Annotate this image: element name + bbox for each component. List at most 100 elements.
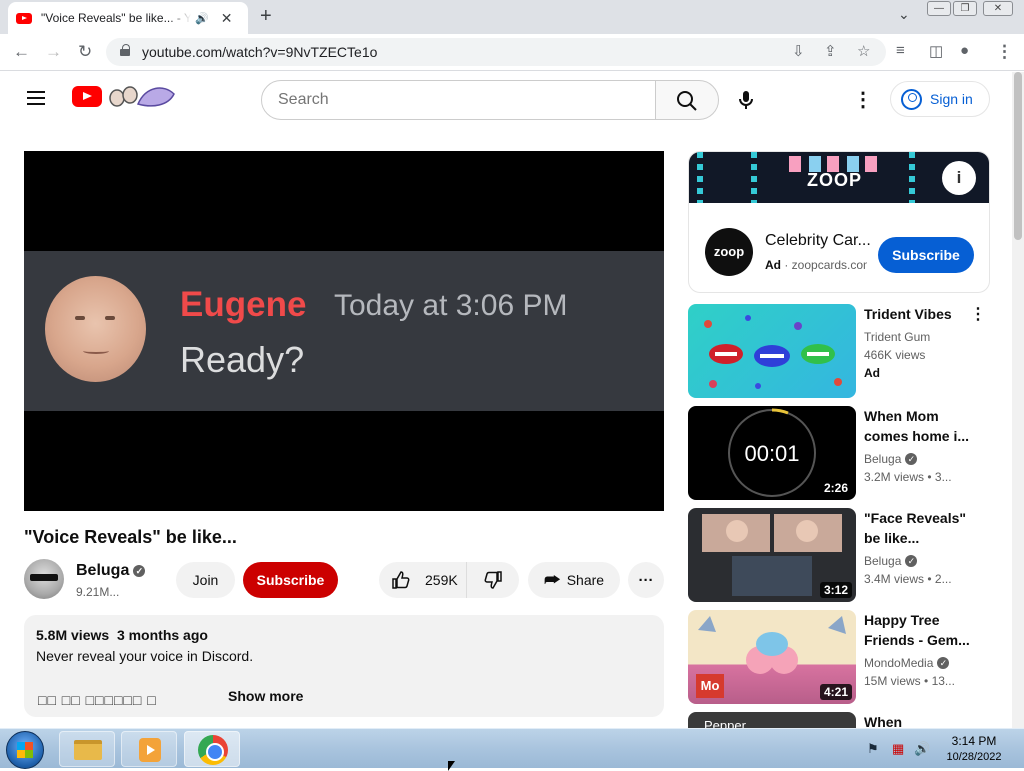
- microphone-icon[interactable]: [735, 89, 757, 111]
- search-input[interactable]: [261, 80, 656, 120]
- video-thumbnail[interactable]: [688, 304, 856, 398]
- recommendation-item[interactable]: Pepper When: [688, 712, 990, 728]
- lock-icon[interactable]: [120, 44, 130, 56]
- windows-taskbar: ⚑ ▦ 🔊 3:14 PM 10/28/2022: [0, 728, 1024, 769]
- recommendation-title[interactable]: Happy Tree Friends - Gem...: [864, 610, 974, 650]
- recommendation-item[interactable]: Trident Vibes ⋮ Trident Gum 466K views A…: [688, 304, 990, 398]
- sign-in-button[interactable]: Sign in: [890, 81, 990, 117]
- scrollbar-thumb[interactable]: [1014, 72, 1022, 240]
- recommendation-channel[interactable]: MondoMedia ✓: [864, 656, 950, 670]
- video-thumbnail[interactable]: Mo 4:21: [688, 610, 856, 704]
- age-text: 2...: [934, 572, 952, 586]
- clock-date[interactable]: 10/28/2022: [940, 751, 1008, 763]
- channel-text[interactable]: MondoMedia: [864, 656, 933, 670]
- thumbnail-art: [704, 315, 842, 389]
- doodle-logo-icon[interactable]: [108, 82, 176, 112]
- settings-kebab-icon[interactable]: ⋮: [853, 89, 873, 111]
- banner-brand-text: ZOOP: [807, 170, 863, 190]
- ad-title[interactable]: Celebrity Car...: [765, 232, 871, 250]
- title-line-2[interactable]: be like...: [864, 530, 919, 546]
- recommendation-title[interactable]: "Face Reveals" be like...: [864, 508, 974, 548]
- recommendation-views: 3.4M views • 2...: [864, 572, 952, 586]
- recommendation-channel[interactable]: Beluga ✓: [864, 554, 918, 568]
- description-box[interactable]: 5.8M views 3 months ago Never reveal you…: [24, 615, 664, 717]
- share-page-icon[interactable]: ⇪: [824, 42, 837, 60]
- tab-audio-icon[interactable]: 🔊: [195, 12, 209, 25]
- search-icon: [677, 91, 697, 111]
- browser-tab[interactable]: "Voice Reveals" be like... - YouTube 🔊 ✕: [8, 2, 248, 34]
- media-control-icon[interactable]: ≡: [896, 42, 905, 59]
- page-scrollbar[interactable]: [1012, 72, 1024, 728]
- recommendation-channel[interactable]: Trident Gum: [864, 330, 930, 344]
- channel-name-text[interactable]: Beluga: [76, 562, 129, 579]
- title-line-1[interactable]: Happy Tree: [864, 612, 939, 628]
- tab-close-icon[interactable]: ✕: [221, 10, 233, 27]
- share-button[interactable]: ⮫ Share: [528, 562, 620, 598]
- sign-in-label: Sign in: [930, 91, 973, 107]
- channel-name[interactable]: Beluga ✓: [76, 562, 146, 580]
- side-panel-icon[interactable]: ◫: [929, 42, 943, 60]
- title-line-2[interactable]: comes home i...: [864, 428, 969, 444]
- url-text[interactable]: youtube.com/watch?v=9NvTZECTe1o: [142, 44, 377, 60]
- browser-menu-icon[interactable]: ⋮: [996, 42, 1013, 62]
- taskbar-explorer-button[interactable]: [59, 731, 115, 767]
- join-button[interactable]: Join: [176, 562, 235, 598]
- recommendation-item[interactable]: 3:12 "Face Reveals" be like... Beluga ✓ 3.…: [688, 508, 990, 602]
- minimize-button[interactable]: —: [927, 1, 951, 16]
- ad-card[interactable]: ZOOP i zoop Celebrity Car... Ad · zoopca…: [688, 151, 990, 293]
- volume-icon[interactable]: 🔊: [914, 741, 930, 757]
- start-button[interactable]: [6, 731, 44, 769]
- dislike-button[interactable]: [467, 562, 519, 598]
- restore-button[interactable]: ❐: [953, 1, 977, 16]
- recommendation-title[interactable]: When: [864, 712, 974, 728]
- video-duration: 2:26: [819, 480, 852, 496]
- ad-info-icon[interactable]: i: [942, 161, 976, 195]
- network-icon[interactable]: ▦: [892, 741, 904, 757]
- video-thumbnail[interactable]: 00:01 2:26: [688, 406, 856, 500]
- more-actions-icon[interactable]: ···: [628, 562, 664, 598]
- action-center-icon[interactable]: ⚑: [867, 741, 879, 757]
- video-duration: 3:12: [819, 582, 852, 598]
- like-button[interactable]: 259K: [379, 562, 467, 598]
- show-more-button[interactable]: Show more: [228, 688, 303, 704]
- recommendation-title[interactable]: When Mom comes home i...: [864, 406, 974, 446]
- recommendation-item[interactable]: 00:01 2:26 When Mom comes home i... Belug…: [688, 406, 990, 500]
- youtube-logo-icon[interactable]: [72, 86, 102, 107]
- recommendation-channel[interactable]: Beluga ✓: [864, 452, 918, 466]
- ad-meta: Ad · zoopcards.com: [765, 258, 867, 272]
- tab-search-icon[interactable]: ⌄: [898, 6, 910, 23]
- channel-text[interactable]: Beluga: [864, 452, 901, 466]
- taskbar-media-player-button[interactable]: [121, 731, 177, 767]
- verified-icon: ✓: [905, 555, 918, 567]
- close-window-button[interactable]: ✕: [983, 1, 1013, 16]
- ad-advertiser-logo[interactable]: zoop: [705, 228, 753, 276]
- recommendation-title[interactable]: Trident Vibes: [864, 304, 974, 324]
- forward-icon[interactable]: →: [45, 42, 62, 62]
- description-unrendered-text: □□ □□ □□□□□□ □: [38, 692, 157, 708]
- recommendation-item[interactable]: Mo 4:21 Happy Tree Friends - Gem... Mondo…: [688, 610, 990, 704]
- title-line-2[interactable]: Friends - Gem...: [864, 632, 970, 648]
- avatar-eye: [105, 316, 115, 320]
- ad-subscribe-button[interactable]: Subscribe: [878, 237, 974, 273]
- title-line-1[interactable]: "Face Reveals": [864, 510, 966, 526]
- video-thumbnail[interactable]: 3:12: [688, 508, 856, 602]
- subscribe-button[interactable]: Subscribe: [243, 562, 338, 598]
- search-button[interactable]: [655, 80, 719, 120]
- new-tab-button[interactable]: +: [260, 5, 272, 28]
- video-thumbnail[interactable]: Pepper: [688, 712, 856, 728]
- hamburger-menu-icon[interactable]: [27, 91, 45, 105]
- profile-icon[interactable]: ●: [960, 42, 969, 59]
- discord-avatar: [45, 276, 146, 382]
- channel-text[interactable]: Beluga: [864, 554, 901, 568]
- reload-icon[interactable]: ↻: [78, 42, 92, 62]
- clock-time[interactable]: 3:14 PM: [940, 734, 1008, 748]
- bookmark-star-icon[interactable]: ☆: [857, 42, 870, 60]
- address-bar[interactable]: youtube.com/watch?v=9NvTZECTe1o ⇩ ⇪ ☆: [106, 38, 886, 66]
- title-line-1[interactable]: When Mom: [864, 408, 939, 424]
- taskbar-chrome-button[interactable]: [184, 731, 240, 767]
- install-icon[interactable]: ⇩: [792, 42, 805, 60]
- channel-avatar[interactable]: [24, 559, 64, 599]
- back-icon[interactable]: ←: [13, 42, 30, 62]
- video-player[interactable]: Eugene Today at 3:06 PM Ready?: [24, 151, 664, 511]
- recommendation-menu-icon[interactable]: ⋮: [970, 304, 986, 324]
